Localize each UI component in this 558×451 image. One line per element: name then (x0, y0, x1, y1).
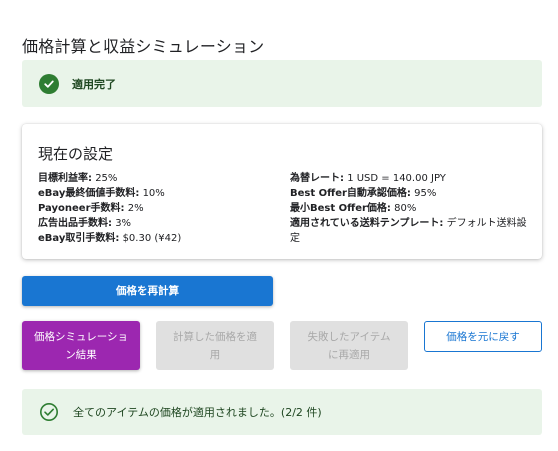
setting-key: 最小Best Offer価格: (290, 203, 391, 214)
recalculate-price-button[interactable]: 価格を再計算 (22, 276, 273, 306)
check-circle-outline-icon (39, 402, 59, 422)
setting-row: eBay最終価値手数料: 10% (38, 186, 278, 201)
setting-row: 為替レート: 1 USD = 140.00 JPY (290, 171, 530, 186)
setting-key: 適用されている送料テンプレート: (290, 218, 444, 229)
setting-row: Best Offer自動承認価格: 95% (290, 186, 530, 201)
setting-row: 広告出品手数料: 3% (38, 216, 278, 231)
setting-row: 最小Best Offer価格: 80% (290, 201, 530, 216)
settings-title: 現在の設定 (38, 145, 114, 163)
success-alert-text: 適用完了 (72, 77, 116, 91)
all-applied-alert-text: 全てのアイテムの価格が適用されました。(2/2 件) (73, 406, 322, 419)
setting-key: Best Offer自動承認価格: (290, 188, 411, 199)
setting-key: 為替レート: (290, 173, 344, 184)
setting-value: 3% (115, 218, 132, 229)
setting-key: 広告出品手数料: (38, 218, 112, 229)
setting-value: 2% (127, 203, 144, 214)
reapply-failed-items-button[interactable]: 失敗したアイテムに再適用 (290, 321, 408, 370)
revert-price-button[interactable]: 価格を元に戻す (424, 321, 542, 352)
setting-row: Payoneer手数料: 2% (38, 201, 278, 216)
success-alert: 適用完了 (22, 60, 542, 107)
setting-row: 目標利益率: 25% (38, 171, 278, 186)
setting-key: eBay最終価値手数料: (38, 188, 140, 199)
setting-value: 95% (414, 188, 437, 199)
price-simulation-results-button[interactable]: 価格シミュレーション結果 (22, 321, 140, 370)
settings-left-column: 目標利益率: 25% eBay最終価値手数料: 10% Payoneer手数料:… (38, 171, 278, 246)
setting-key: Payoneer手数料: (38, 203, 125, 214)
setting-key: 目標利益率: (38, 173, 92, 184)
setting-value: 80% (394, 203, 417, 214)
apply-calculated-price-button[interactable]: 計算した価格を適用 (156, 321, 274, 370)
setting-value: 10% (142, 188, 165, 199)
setting-value: $0.30 (¥42) (122, 233, 182, 244)
settings-right-column: 為替レート: 1 USD = 140.00 JPY Best Offer自動承認… (290, 171, 530, 246)
setting-row: 適用されている送料テンプレート: デフォルト送料設定 (290, 216, 530, 246)
page-title: 価格計算と収益シミュレーション (22, 37, 265, 56)
setting-row: eBay取引手数料: $0.30 (¥42) (38, 231, 278, 246)
settings-card: 現在の設定 目標利益率: 25% eBay最終価値手数料: 10% Payone… (22, 124, 542, 259)
all-applied-alert: 全てのアイテムの価格が適用されました。(2/2 件) (22, 389, 542, 435)
setting-value: 1 USD = 140.00 JPY (347, 173, 446, 184)
check-circle-icon (39, 73, 59, 94)
setting-key: eBay取引手数料: (38, 233, 120, 244)
setting-value: 25% (95, 173, 118, 184)
